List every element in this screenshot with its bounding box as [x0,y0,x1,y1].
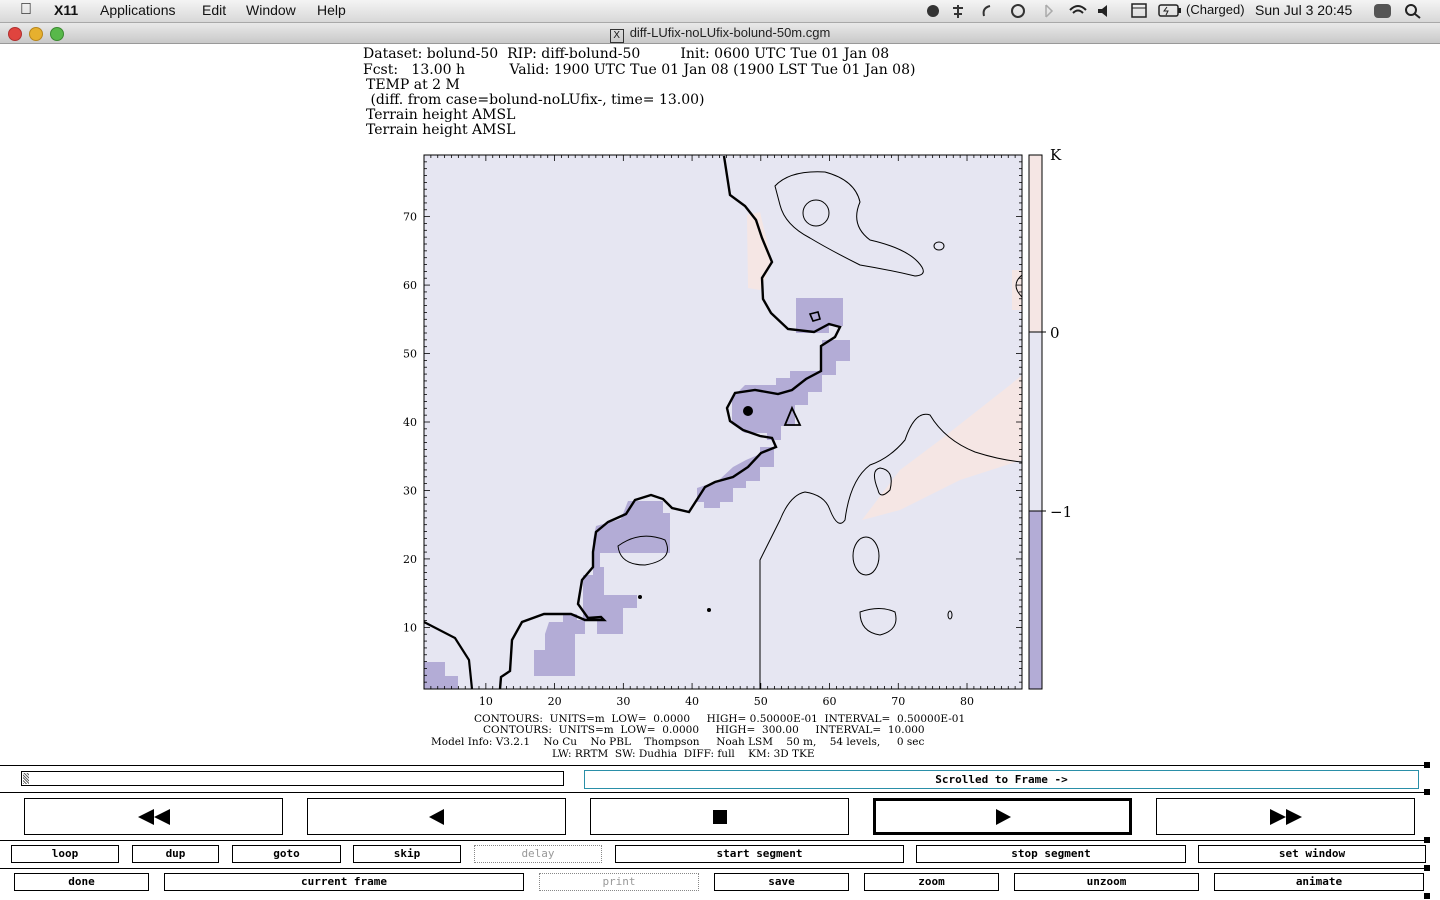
play-icon [995,808,1011,825]
step-back-button[interactable] [307,798,566,835]
current-frame-button[interactable]: current frame [164,873,524,891]
colorbar-unit: K [1050,146,1062,164]
done-button[interactable]: done [14,873,149,891]
unzoom-button[interactable]: unzoom [1014,873,1199,891]
set-window-button[interactable]: set window [1198,845,1426,863]
y-tick-label: 40 [403,416,417,429]
dup-button[interactable]: dup [132,845,219,863]
stop-segment-button[interactable]: stop segment [916,845,1186,863]
print-button[interactable]: print [539,873,699,891]
colorbar-positive [1029,155,1042,332]
x-tick-label: 80 [960,695,974,708]
plot-field [424,155,1022,689]
y-tick-label: 70 [403,211,417,224]
y-tick-label: 60 [403,279,417,292]
stop-button[interactable] [590,798,849,835]
x-tick-label: 10 [479,695,493,708]
x-tick-label: 70 [891,695,905,708]
zoom-button[interactable]: zoom [864,873,999,891]
goto-button[interactable]: goto [232,845,341,863]
site-marker-small [638,595,642,599]
colorbar-negative [1029,511,1042,689]
skip-button[interactable]: skip [353,845,461,863]
x-tick-label: 40 [685,695,699,708]
fast-rewind-icon [137,808,170,825]
footer-contours-2: CONTOURS: UNITS=m LOW= 0.0000 HIGH= 300.… [483,724,925,736]
y-tick-label: 30 [403,484,417,497]
y-tick-label: 50 [403,348,417,361]
delay-button[interactable]: delay [474,845,602,863]
colorbar: K 0 −1 [1028,146,1072,690]
status-text: Scrolled to Frame -> [584,770,1419,789]
colorbar-label-minus1: −1 [1050,503,1072,521]
fast-forward-button[interactable] [1156,798,1415,835]
frame-scrollbar[interactable] [21,771,564,786]
scrollbar-thumb[interactable] [23,773,29,784]
footer-model-info: Model Info: V3.2.1 No Cu No PBL Thompson… [431,736,925,748]
x-tick-label: 50 [754,695,768,708]
x-tick-label: 20 [548,695,562,708]
temperature-difference-plot: 10 20 30 40 50 60 70 80 10 20 30 40 50 60 70 K 0 −1 [403,146,1072,708]
site-marker-dot [743,406,753,416]
play-button[interactable] [873,798,1132,835]
y-tick-label: 20 [403,553,417,566]
colorbar-zero [1029,332,1042,511]
field-background [424,155,1022,689]
footer-physics: LW: RRTM SW: Dudhia DIFF: full KM: 3D TK… [552,748,815,760]
step-back-icon [428,808,444,825]
animate-button[interactable]: animate [1214,873,1424,891]
site-marker-small [707,608,711,612]
x-tick-label: 30 [616,695,630,708]
x-tick-label: 60 [823,695,837,708]
fast-forward-icon [1269,808,1302,825]
panel-separator [0,765,1430,766]
fast-rewind-button[interactable] [24,798,283,835]
y-tick-label: 10 [403,621,417,634]
stop-icon [712,809,727,824]
save-button[interactable]: save [714,873,849,891]
colorbar-label-0: 0 [1050,324,1060,342]
loop-button[interactable]: loop [11,845,119,863]
start-segment-button[interactable]: start segment [615,845,904,863]
